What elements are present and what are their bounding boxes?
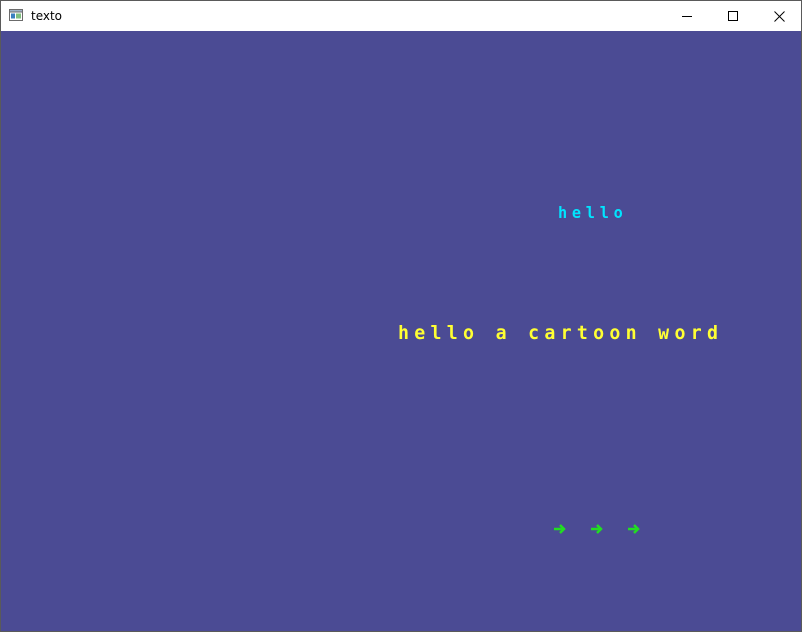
- canvas-area: HELLO HELLO A CARTOON WORD: [1, 31, 801, 631]
- window-title: texto: [31, 9, 63, 23]
- maximize-icon: [728, 11, 738, 21]
- title-bar[interactable]: texto: [1, 1, 801, 31]
- arrow-right-icon: [628, 524, 640, 534]
- minimize-icon: [682, 16, 692, 17]
- maximize-button[interactable]: [710, 1, 756, 31]
- arrow-right-icon: [554, 524, 566, 534]
- app-window-icon: [9, 9, 23, 21]
- app-window: texto HELLO HELLO A CARTOON WORD: [0, 0, 802, 632]
- close-icon: [773, 10, 785, 22]
- arrow-row: [554, 524, 640, 534]
- arrow-right-icon: [591, 524, 603, 534]
- hello-text: HELLO: [558, 203, 628, 222]
- close-button[interactable]: [756, 1, 802, 31]
- minimize-button[interactable]: [664, 1, 710, 31]
- cartoon-text: HELLO A CARTOON WORD: [398, 322, 724, 344]
